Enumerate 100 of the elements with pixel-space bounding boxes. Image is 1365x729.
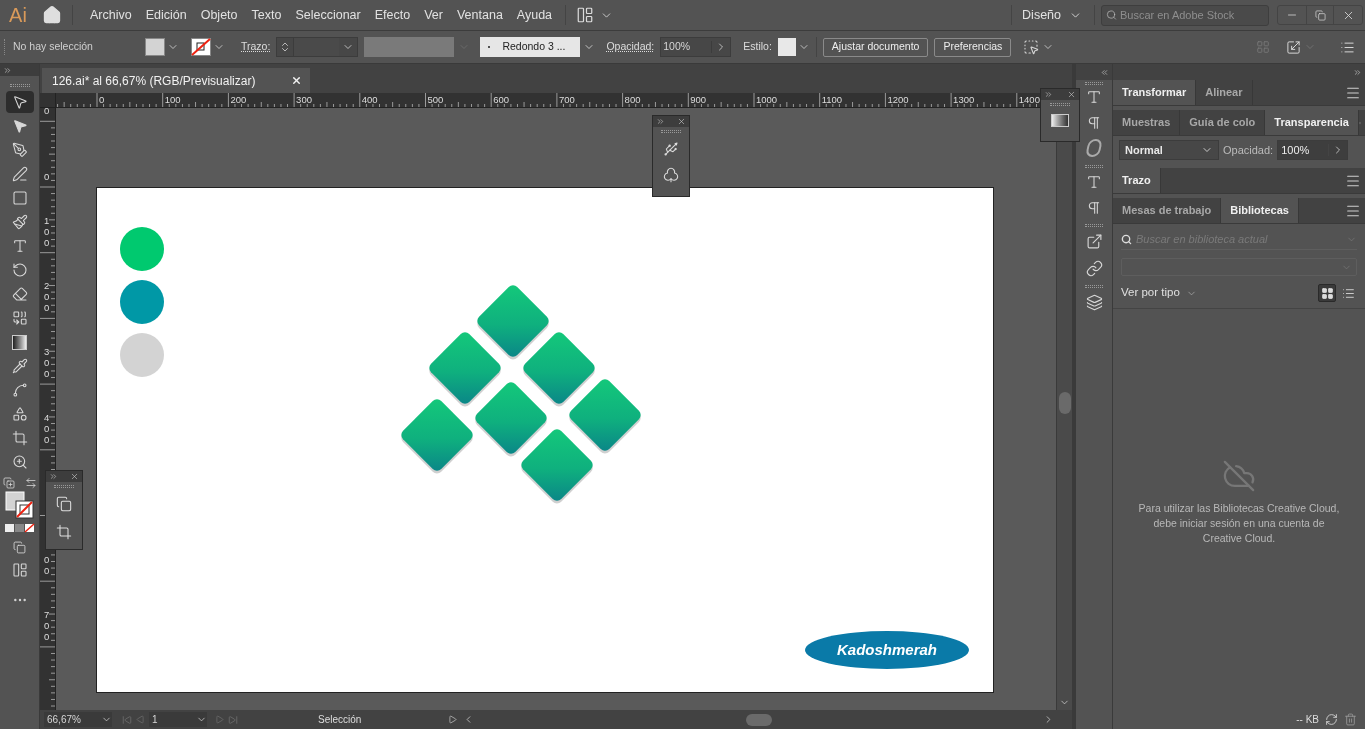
character-icon[interactable]: [1086, 89, 1102, 105]
menu-item[interactable]: Archivo: [83, 5, 139, 25]
screen-mode-icon[interactable]: [11, 562, 28, 578]
panel-menu-icon[interactable]: [1345, 203, 1361, 219]
expand-icon[interactable]: [49, 472, 58, 481]
panel-menu-icon[interactable]: [1345, 85, 1361, 101]
menu-item[interactable]: Texto: [244, 5, 289, 25]
menu-item[interactable]: Efecto: [367, 5, 418, 25]
brush-icon: [11, 214, 28, 230]
close-icon[interactable]: [677, 117, 686, 126]
shapes-icon: [11, 406, 28, 422]
grip-icon: [661, 130, 681, 133]
menu-item[interactable]: Ver: [417, 5, 450, 25]
color-mode-icon[interactable]: [3, 523, 36, 533]
collapse-icon[interactable]: [1100, 67, 1109, 77]
grid-icon: [1320, 286, 1334, 300]
align-dropdown[interactable]: [1286, 39, 1316, 55]
stock-search-input[interactable]: Buscar en Adobe Stock: [1119, 6, 1264, 24]
expand-icon[interactable]: [656, 117, 665, 126]
list-icon[interactable]: [1340, 39, 1355, 55]
close-icon[interactable]: [1067, 90, 1076, 99]
panel-tab[interactable]: Transformar: [1113, 80, 1197, 105]
restore-button[interactable]: [1306, 6, 1334, 24]
panel-tab[interactable]: Bibliotecas: [1221, 198, 1299, 223]
view-by-dropdown[interactable]: Ver por tipo: [1121, 284, 1197, 302]
menu-item[interactable]: Edición: [138, 5, 194, 25]
restore-icon: [1314, 9, 1326, 21]
artboard-dropdown[interactable]: 1: [149, 712, 207, 727]
layout-icon: [576, 6, 595, 24]
current-tool-status: Selección: [318, 713, 363, 727]
brush-dropdown[interactable]: Redondo 3 ...: [480, 37, 599, 57]
scaling-icon: [1286, 39, 1301, 55]
draw-mode-icon[interactable]: [13, 541, 26, 554]
blend-mode-dropdown[interactable]: Normal: [1119, 140, 1219, 160]
zoom-dropdown[interactable]: 66,67%: [44, 712, 112, 727]
paragraph-styles-icon[interactable]: [1086, 200, 1102, 216]
scrollbar-thumb[interactable]: [745, 713, 772, 726]
swap-arrows-icon[interactable]: [24, 477, 37, 489]
toolbar-button[interactable]: Ajustar documento: [822, 37, 929, 57]
layers-icon[interactable]: [1085, 294, 1103, 311]
play-icon[interactable]: [448, 715, 457, 724]
document-tab[interactable]: 126.ai* al 66,67% (RGB/Previsualizar): [42, 68, 311, 93]
menu-item[interactable]: Seleccionar: [288, 5, 368, 25]
opacity-field[interactable]: 100%: [660, 37, 732, 57]
workspace-dropdown[interactable]: Diseño: [1022, 5, 1082, 25]
ruler-label: 1300: [953, 94, 975, 105]
sync-icon[interactable]: [1325, 713, 1338, 726]
fill-swatch-dropdown[interactable]: [145, 38, 179, 56]
expand-icon[interactable]: [3, 65, 12, 75]
crop-icon[interactable]: [56, 524, 72, 540]
style-swatch-dropdown[interactable]: [777, 38, 810, 56]
home-icon[interactable]: [42, 5, 62, 25]
character-styles-icon[interactable]: [1086, 174, 1102, 190]
link-icon[interactable]: [1085, 260, 1103, 277]
expand-icon[interactable]: [1044, 90, 1053, 99]
scrollbar-thumb[interactable]: [1058, 391, 1071, 414]
export-icon[interactable]: [1085, 233, 1103, 250]
grid-view-button[interactable]: [1318, 284, 1336, 302]
stock-search-field[interactable]: Buscar en Adobe Stock: [1101, 4, 1269, 26]
cloud-off-icon: [1222, 459, 1256, 493]
tool-button[interactable]: [5, 91, 34, 113]
rectangle-icon: [11, 190, 28, 206]
trash-icon[interactable]: [1344, 713, 1357, 726]
style-label: Estilo:: [743, 39, 772, 55]
list-icon: [1341, 286, 1355, 300]
panel-tab[interactable]: Alinear: [1196, 80, 1253, 105]
fill-stroke-default-icon[interactable]: [2, 477, 15, 489]
panel-tab[interactable]: Trazo: [1113, 168, 1161, 193]
club-icon[interactable]: [663, 167, 679, 183]
toolbar-button[interactable]: Preferencias: [934, 37, 1012, 57]
expand-icon[interactable]: [1353, 67, 1362, 77]
grip-icon: [4, 39, 7, 55]
opentype-icon[interactable]: [1085, 139, 1103, 157]
gradient-icon[interactable]: [1051, 114, 1069, 127]
sign-in-message: Para utilizar las Bibliotecas Creative Cloud, debe iniciar sesión en una cuenta de Creative Cloud.: [1137, 501, 1341, 546]
menu-item[interactable]: Ayuda: [509, 5, 560, 25]
close-icon[interactable]: [291, 75, 303, 86]
close-icon[interactable]: [70, 472, 79, 481]
ruler-label: 0: [44, 108, 50, 117]
grip-icon: [1085, 165, 1103, 168]
stroke-swatch-dropdown[interactable]: [191, 38, 225, 56]
opacity-field[interactable]: 100%: [1277, 140, 1349, 160]
eraser-icon: [11, 286, 28, 302]
grip-icon: [9, 84, 30, 87]
zoom-icon: [11, 454, 28, 470]
arrow-pointer-icon: [11, 94, 28, 110]
overlapping-squares-icon[interactable]: [56, 496, 72, 512]
ruler-label: 1200: [887, 94, 909, 105]
opacity-label: Opacidad:: [1223, 142, 1274, 158]
fill-stroke-swatch-icon[interactable]: [4, 491, 35, 519]
paragraph-icon[interactable]: [1086, 115, 1102, 131]
panel-tab[interactable]: Muestras: [1113, 110, 1181, 135]
panel-tab[interactable]: Transparencia: [1265, 110, 1359, 135]
grip-icon: [1050, 103, 1070, 106]
usb-icon[interactable]: [663, 141, 679, 157]
panel-menu-icon[interactable]: [1345, 173, 1361, 189]
menu-item[interactable]: Ventana: [449, 5, 510, 25]
stroke-weight-field[interactable]: [276, 37, 359, 57]
isolation-dropdown[interactable]: [1023, 39, 1055, 55]
menu-item[interactable]: Objeto: [193, 5, 245, 25]
